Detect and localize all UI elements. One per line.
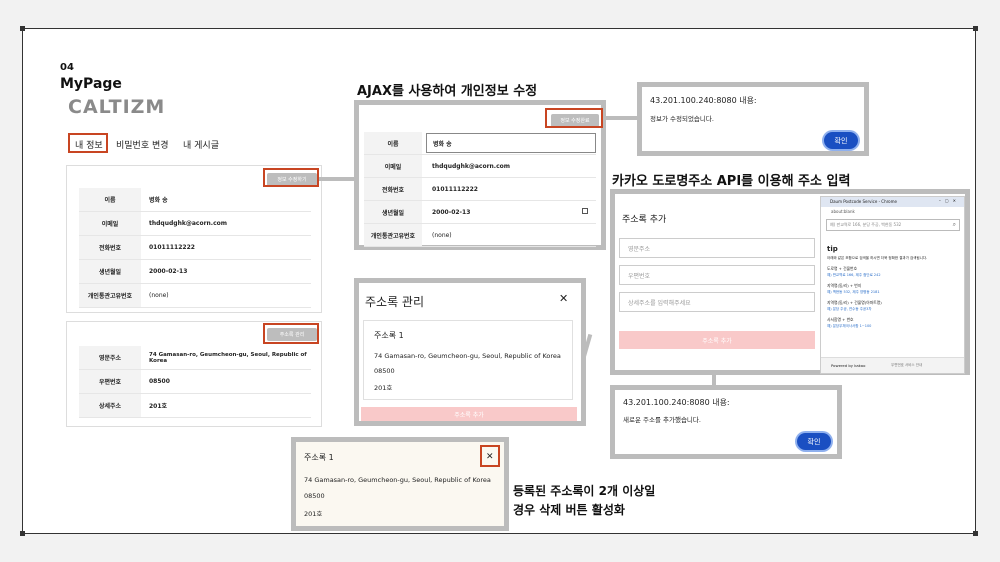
kakao-logo: Powered by kakao [831, 363, 866, 368]
table-row: 생년월일 2000-02-13 [364, 201, 596, 224]
frame-corner [973, 531, 978, 536]
alert-message: 정보가 수정되었습니다. [650, 115, 714, 123]
entry-zip: 08500 [304, 492, 325, 500]
search-icon[interactable]: ⌕ [953, 221, 956, 229]
alert-add-dialog: 43.201.100.240:8080 내용: 새로운 주소를 추가했습니다. … [610, 385, 842, 459]
kakao-add-frame: 주소록 추가 영문주소 우편번호 상세주소를 입력해주세요 주소록 추가 Dau… [610, 189, 970, 375]
save-button-highlight [545, 108, 603, 128]
edit-button-highlight [263, 168, 319, 187]
tip-title: tip [827, 245, 838, 253]
entry-title: 주소록 1 [374, 331, 404, 340]
close-icon[interactable]: ✕ [559, 292, 568, 305]
frame-corner [20, 26, 25, 31]
tip-example[interactable]: 예) 분당우체국사서함 1~100 [827, 324, 871, 329]
table-row: 우편번호 08500 [79, 370, 311, 394]
form-title: 주소록 추가 [622, 215, 667, 225]
tab-my-posts[interactable]: 내 게시글 [183, 138, 219, 151]
tip-head: 지역명(동/리) + 번지 [827, 283, 862, 288]
email-field[interactable]: thdqudghk@acorn.com [432, 155, 510, 177]
entry-address: 74 Gamasan-ro, Geumcheon-gu, Seoul, Repu… [304, 476, 491, 484]
alert-update-dialog: 43.201.100.240:8080 내용: 정보가 수정되었습니다. 확인 [637, 82, 869, 156]
table-row: 전화번호 01011112222 [364, 178, 596, 201]
english-address-input[interactable]: 영문주소 [619, 238, 815, 258]
table-row: 생년월일 2000-02-13 [79, 260, 311, 284]
entry-title: 주소록 1 [304, 453, 334, 462]
connector-line [319, 177, 359, 181]
tip-description: 아래와 같은 조합으로 검색을 하시면 더욱 정확한 결과가 검색됩니다. [827, 256, 928, 260]
popup-footer: Powered by kakao 우편번호 서비스 안내 [821, 357, 964, 373]
kakao-heading: 카카오 도로명주소 API를 이용해 주소 입력 [612, 174, 851, 189]
tab-my-info[interactable]: 내 정보 [75, 138, 103, 151]
frame-corner [973, 26, 978, 31]
calendar-icon[interactable] [582, 208, 588, 214]
address-button-highlight [263, 323, 319, 344]
popup-window-title: Daum Postcode Service - Chrome [830, 199, 897, 204]
customs-id-field[interactable]: (none) [432, 224, 452, 246]
connector-line [602, 116, 640, 120]
name-field[interactable]: 병화 송 [426, 133, 596, 153]
address-modal: 주소록 관리 ✕ 주소록 1 74 Gamasan-ro, Geumcheon-… [354, 278, 586, 426]
popup-url: about:blank [831, 209, 855, 214]
table-row: 영문주소 74 Gamasan-ro, Geumcheon-gu, Seoul, … [79, 346, 311, 370]
table-row: 전화번호 01011112222 [79, 236, 311, 260]
alert-host: 43.201.100.240:8080 내용: [623, 398, 730, 407]
brand-logo: CALTIZM [68, 96, 166, 118]
tip-example[interactable]: 예) 판교역로 166, 제주 첨단로 242 [827, 273, 881, 278]
address-entry-delete-frame: 주소록 1 ✕ 74 Gamasan-ro, Geumcheon-gu, Seo… [291, 437, 509, 531]
ok-button[interactable]: 확인 [797, 433, 831, 450]
tip-example[interactable]: 예) 백현동 532, 제주 영평동 2181 [827, 290, 880, 295]
slide-title: MyPage [60, 76, 122, 92]
address-table: 영문주소 74 Gamasan-ro, Geumcheon-gu, Seoul, … [79, 346, 311, 418]
window-controls-icon[interactable]: –▢✕ [939, 198, 960, 203]
entry-detail: 201호 [304, 510, 323, 518]
frame-corner [20, 531, 25, 536]
tip-head: 지역명(동/리) + 건물명(아파트명) [827, 300, 882, 305]
kakao-add-button[interactable]: 주소록 추가 [619, 331, 815, 349]
my-info-panel: 정보 수정하기 이름 병화 송 이메일 thdqudghk@acorn.com 전화… [66, 165, 322, 313]
tip-example[interactable]: 예) 분당 주공, 연수동 주공3차 [827, 307, 872, 312]
delete-note-line2: 경우 삭제 버튼 활성화 [513, 503, 625, 517]
table-row: 이름 병화 송 [79, 188, 311, 212]
detail-address-input[interactable]: 상세주소를 입력해주세요 [619, 292, 815, 312]
info-table: 이름 병화 송 이메일 thdqudghk@acorn.com 전화번호 010111… [79, 188, 311, 310]
postcode-popup: Daum Postcode Service - Chrome –▢✕ about… [820, 196, 965, 374]
zipcode-input[interactable]: 우편번호 [619, 265, 815, 285]
edit-table: 이름 병화 송 이메일 thdqudghk@acorn.com 전화번호 010111… [364, 132, 596, 247]
tab-change-password[interactable]: 비밀번호 변경 [116, 138, 169, 151]
table-row: 상세주소 201호 [79, 394, 311, 418]
ok-button[interactable]: 확인 [824, 132, 858, 149]
ajax-heading: AJAX를 사용하여 개인정보 수정 [357, 84, 538, 99]
slide-number: 04 [60, 62, 74, 73]
entry-detail: 201호 [374, 384, 393, 392]
postcode-search-input[interactable]: 예) 판교역로 166, 분당 주공, 백현동 532 [826, 219, 960, 231]
tip-head: 사서함명 + 번호 [827, 317, 854, 322]
table-row: 개인통관고유번호 (none) [79, 284, 311, 308]
tip-head: 도로명 + 건물번호 [827, 266, 858, 271]
delete-note-line1: 등록된 주소록이 2개 이상일 [513, 484, 656, 498]
table-row: 이메일 thdqudghk@acorn.com [364, 155, 596, 178]
popup-titlebar: Daum Postcode Service - Chrome –▢✕ [821, 197, 964, 207]
modal-title: 주소록 관리 [365, 295, 425, 309]
add-address-button[interactable]: 주소록 추가 [361, 407, 577, 421]
delete-button-highlight [480, 445, 500, 467]
table-row: 이메일 thdqudghk@acorn.com [79, 212, 311, 236]
footer-link[interactable]: 우편번호 서비스 안내 [891, 363, 922, 368]
entry-zip: 08500 [374, 367, 395, 375]
phone-field[interactable]: 01011112222 [432, 178, 478, 200]
entry-address: 74 Gamasan-ro, Geumcheon-gu, Seoul, Repu… [374, 352, 561, 360]
alert-host: 43.201.100.240:8080 내용: [650, 96, 757, 105]
alert-message: 새로운 주소를 추가했습니다. [623, 416, 701, 424]
birthdate-field[interactable]: 2000-02-13 [432, 201, 470, 223]
address-entry-card: 주소록 1 74 Gamasan-ro, Geumcheon-gu, Seoul… [363, 320, 573, 400]
table-row: 개인통관고유번호 (none) [364, 224, 596, 247]
table-row: 이름 병화 송 [364, 132, 596, 155]
